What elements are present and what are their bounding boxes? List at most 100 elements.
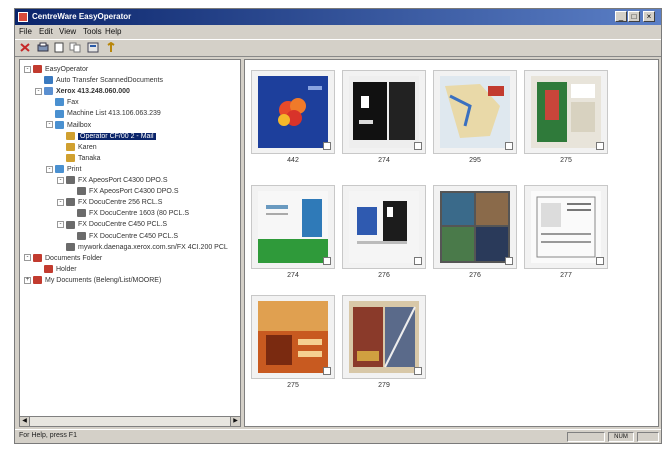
thumbnail-caption: 275 (287, 382, 299, 389)
scan-icon[interactable] (37, 42, 49, 53)
thumbnail-caption: 442 (287, 157, 299, 164)
tree-item[interactable]: mywork.daenaga.xerox.com.sn/FX 4CI.200 P… (57, 242, 228, 253)
menu-edit[interactable]: Edit (39, 27, 53, 36)
close-button[interactable]: × (643, 11, 655, 22)
document-thumbnail[interactable] (251, 185, 335, 269)
folder-icon (66, 131, 75, 140)
menu-help[interactable]: Help (105, 27, 121, 36)
tree-item[interactable]: FX ApeosPort C4300 DPO.S (68, 186, 179, 197)
tree-item[interactable]: - Mailbox (46, 120, 91, 131)
tree-item[interactable]: Tanaka (57, 153, 101, 164)
tree-item-label: Fax (67, 99, 79, 107)
page-corner-icon (414, 257, 422, 265)
tree-item[interactable]: - FX ApeosPort C4300 DPO.S (57, 175, 168, 186)
printer-icon (77, 209, 86, 218)
tree-item-label: Tanaka (78, 154, 101, 162)
printer-icon (66, 176, 75, 185)
printer-icon (77, 187, 86, 196)
tree-item[interactable]: Karen (57, 142, 97, 153)
collapse-icon[interactable]: - (46, 121, 53, 129)
document-thumbnail[interactable] (342, 185, 426, 269)
tree-horizontal-scrollbar[interactable]: ◀ ▶ (19, 416, 241, 427)
list-icon (55, 109, 64, 118)
maximize-button[interactable]: □ (628, 11, 640, 22)
tree-item-label: FX DocuCentre 1603 (80 PCL.S (89, 210, 189, 218)
thumbnail-image (258, 301, 328, 373)
collapse-icon[interactable]: - (57, 176, 64, 184)
menu-view[interactable]: View (59, 27, 76, 36)
document-thumbnail[interactable] (433, 185, 517, 269)
tree-item-label: FX DocuCentre 256 RCL.S (78, 199, 163, 207)
copy-icon[interactable] (69, 42, 81, 53)
delete-icon[interactable] (19, 42, 31, 53)
thumbnail-gallery: 442 274 295 275 274 276 276 277 275 279 (244, 59, 659, 427)
operator-icon (33, 65, 42, 74)
tree-item[interactable]: FX DocuCentre C450 PCL.S (68, 231, 178, 242)
document-thumbnail[interactable] (342, 70, 426, 154)
menu-bar: File Edit View Tools Help (15, 26, 661, 38)
menu-file[interactable]: File (19, 27, 32, 36)
tree-item-label: FX DocuCentre C450 PCL.S (89, 232, 179, 240)
scroll-left-icon[interactable]: ◀ (20, 417, 30, 426)
thumbnail-caption: 274 (378, 157, 390, 164)
tree-item[interactable]: - Xerox 413.248.060.000 (35, 86, 130, 97)
printer-icon (66, 198, 75, 207)
collapse-icon[interactable]: - (24, 65, 31, 73)
thumbnail-image (349, 301, 419, 373)
title-bar[interactable]: CentreWare EasyOperator _ □ × (15, 9, 661, 25)
tree-item[interactable]: - EasyOperator (24, 64, 88, 75)
minimize-button[interactable]: _ (615, 11, 627, 22)
status-bar: For Help, press F1 NUM (15, 429, 661, 444)
tree-item[interactable]: Operator CF/00 2 - Mail (57, 131, 156, 142)
status-pane-1 (567, 432, 605, 442)
tree-item[interactable]: Machine List 413.106.063.239 (46, 108, 161, 119)
tree-item[interactable]: + My Documents (Beleng/List/MOORE) (24, 275, 161, 286)
status-text: For Help, press F1 (19, 432, 77, 439)
tree-item[interactable]: - FX DocuCentre C450 PCL.S (57, 219, 167, 230)
settings-icon[interactable] (105, 41, 117, 53)
tree-item-label: EasyOperator (45, 66, 89, 73)
properties-icon[interactable] (87, 42, 99, 53)
page-corner-icon (323, 142, 331, 150)
collapse-icon[interactable]: - (57, 221, 64, 229)
collapse-icon[interactable]: - (46, 165, 53, 173)
tree-item-label: Auto Transfer ScannedDocuments (56, 77, 164, 85)
document-thumbnail[interactable] (342, 295, 426, 379)
tree-item-label: Xerox 413.248.060.000 (56, 88, 130, 96)
tree-item[interactable]: - Documents Folder (24, 253, 102, 264)
tree-item-label: Karen (78, 143, 97, 151)
tree-item[interactable]: FX DocuCentre 1603 (80 PCL.S (68, 208, 189, 219)
thumbnail-image (258, 76, 328, 148)
tree-item-label: FX DocuCentre C450 PCL.S (78, 221, 168, 229)
scroll-right-icon[interactable]: ▶ (230, 417, 240, 426)
app-icon (18, 12, 28, 22)
page-corner-icon (505, 142, 513, 150)
application-window: CentreWare EasyOperator _ □ × File Edit … (14, 8, 662, 444)
collapse-icon[interactable]: - (35, 87, 42, 95)
menu-tools[interactable]: Tools (83, 27, 102, 36)
document-thumbnail[interactable] (524, 70, 608, 154)
tree-item[interactable]: - FX DocuCentre 256 RCL.S (57, 197, 162, 208)
tree-item[interactable]: Holder (35, 264, 77, 275)
folder-tree[interactable]: - EasyOperator Auto Transfer ScannedDocume… (19, 59, 241, 427)
document-thumbnail[interactable] (251, 70, 335, 154)
tree-item[interactable]: - Print (46, 164, 81, 175)
folder-icon (66, 142, 75, 151)
tree-item-label: Documents Folder (45, 254, 103, 262)
collapse-icon[interactable]: - (57, 198, 64, 206)
expand-icon[interactable]: + (24, 276, 31, 284)
thumbnail-image (349, 76, 419, 148)
document-thumbnail[interactable] (524, 185, 608, 269)
folder-icon (44, 264, 53, 273)
tree-item[interactable]: Fax (46, 97, 79, 108)
tree-item[interactable]: Auto Transfer ScannedDocuments (35, 75, 163, 86)
document-icon[interactable] (53, 42, 65, 53)
status-pane-3 (637, 432, 659, 442)
document-thumbnail[interactable] (251, 295, 335, 379)
page-corner-icon (596, 257, 604, 265)
thumbnail-image (531, 76, 601, 148)
document-thumbnail[interactable] (433, 70, 517, 154)
collapse-icon[interactable]: - (24, 254, 31, 262)
thumbnail-caption: 277 (560, 272, 572, 279)
page-corner-icon (414, 367, 422, 375)
